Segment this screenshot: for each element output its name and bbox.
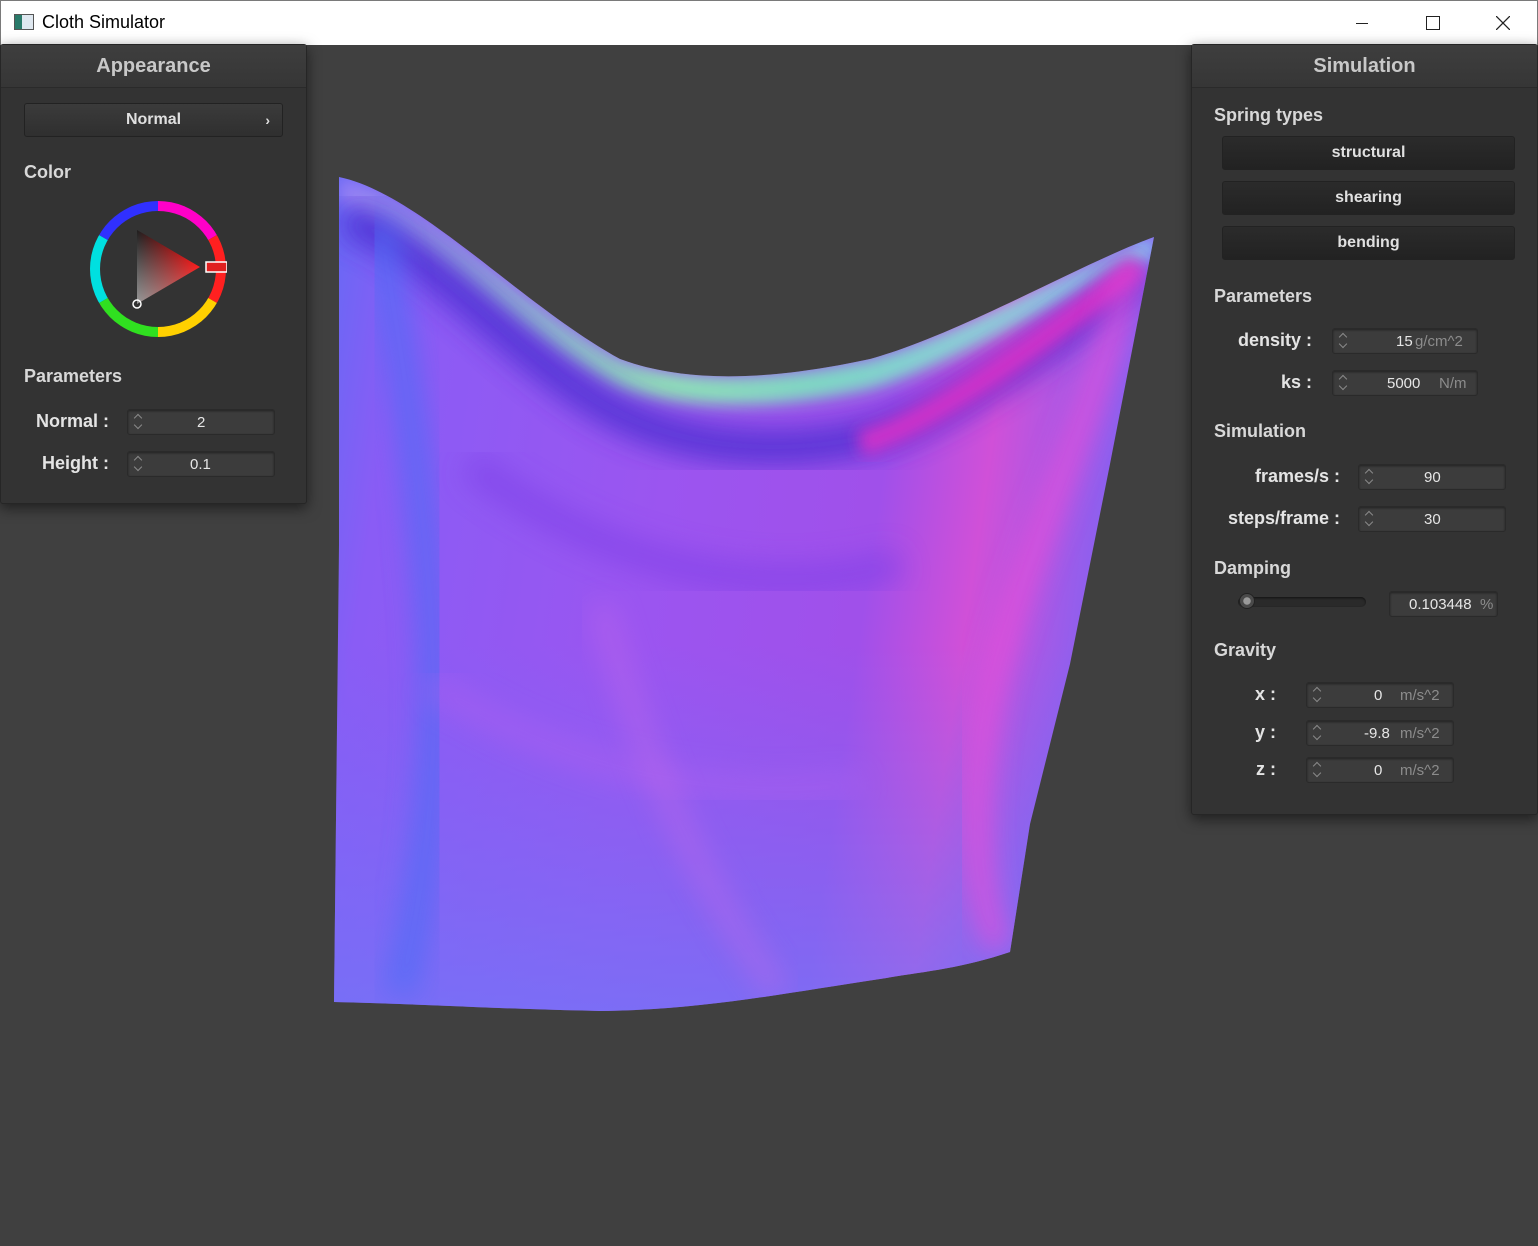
steps-input-value: 30: [1424, 511, 1441, 528]
bending-spring-label: bending: [1337, 234, 1400, 251]
window-title: Cloth Simulator: [42, 12, 166, 32]
damping-value-box[interactable]: 0.103448 %: [1389, 591, 1498, 617]
ks-input[interactable]: 5000 N/m: [1332, 370, 1478, 396]
sim-parameters-label: Parameters: [1214, 286, 1313, 306]
appearance-panel: Appearance Normal › Color Parameters Nor…: [0, 44, 307, 504]
shader-selector-button[interactable]: Normal ›: [24, 103, 283, 137]
spinner-icon[interactable]: [1338, 373, 1348, 393]
damping-unit: %: [1480, 596, 1494, 613]
normal-input-value: 2: [197, 414, 206, 431]
damping-value: 0.103448: [1409, 596, 1472, 613]
spinner-icon[interactable]: [133, 454, 143, 474]
appearance-parameters-label: Parameters: [24, 366, 123, 386]
fps-input-value: 90: [1424, 469, 1441, 486]
spinner-icon[interactable]: [1364, 509, 1374, 529]
steps-input[interactable]: 30: [1358, 506, 1506, 532]
damping-label: Damping: [1214, 558, 1292, 578]
fps-input[interactable]: 90: [1358, 464, 1506, 490]
close-icon: [1496, 16, 1510, 30]
gravity-z-value: 0: [1374, 762, 1383, 779]
gravity-y-label: y :: [1254, 722, 1276, 742]
fps-field-label: frames/s :: [1254, 466, 1340, 486]
spinner-icon[interactable]: [1312, 760, 1322, 780]
gravity-z-unit: m/s^2: [1400, 762, 1440, 779]
gravity-x-unit: m/s^2: [1400, 687, 1440, 704]
gravity-y-input[interactable]: -9.8 m/s^2: [1306, 720, 1454, 746]
spinner-icon[interactable]: [133, 412, 143, 432]
steps-field-label: steps/frame :: [1227, 508, 1340, 528]
spinner-icon[interactable]: [1364, 467, 1374, 487]
window-titlebar: Cloth Simulator: [0, 0, 1538, 45]
normal-field-label: Normal :: [35, 411, 109, 431]
height-input-value: 0.1: [190, 456, 211, 473]
height-input[interactable]: 0.1: [127, 451, 275, 477]
color-section-label: Color: [24, 162, 71, 182]
minimize-button[interactable]: [1326, 1, 1396, 45]
close-button[interactable]: [1468, 1, 1538, 45]
height-field-label: Height :: [42, 453, 109, 473]
gravity-x-label: x :: [1254, 684, 1276, 704]
spinner-icon[interactable]: [1312, 723, 1322, 743]
normal-input[interactable]: 2: [127, 409, 275, 435]
ks-input-value: 5000: [1387, 375, 1421, 392]
structural-spring-button[interactable]: structural: [1222, 136, 1515, 170]
gravity-x-input[interactable]: 0 m/s^2: [1306, 682, 1454, 708]
density-input[interactable]: 15 g/cm^2: [1332, 328, 1478, 354]
density-field-label: density :: [1237, 330, 1312, 350]
simulation-panel: Simulation Spring types structural shear…: [1191, 44, 1538, 815]
density-input-value: 15: [1396, 333, 1413, 350]
bending-spring-button[interactable]: bending: [1222, 226, 1515, 260]
damping-slider[interactable]: [1238, 593, 1366, 609]
app-icon: [14, 14, 34, 30]
structural-spring-label: structural: [1331, 144, 1406, 161]
spinner-icon[interactable]: [1338, 331, 1348, 351]
gravity-y-value: -9.8: [1364, 725, 1390, 742]
gravity-z-input[interactable]: 0 m/s^2: [1306, 757, 1454, 783]
ks-field-label: ks :: [1280, 372, 1312, 392]
maximize-button[interactable]: [1397, 1, 1467, 45]
spring-types-label: Spring types: [1214, 105, 1324, 125]
spinner-icon[interactable]: [1312, 685, 1322, 705]
shearing-spring-label: shearing: [1335, 189, 1402, 206]
gravity-label: Gravity: [1214, 640, 1277, 660]
gravity-x-value: 0: [1374, 687, 1383, 704]
shader-selector-label: Normal: [125, 111, 182, 128]
chevron-right-icon: ›: [265, 112, 270, 128]
damping-slider-handle[interactable]: [1239, 593, 1255, 609]
gravity-y-unit: m/s^2: [1400, 725, 1440, 742]
simulation-panel-title[interactable]: Simulation: [1192, 45, 1537, 88]
ks-unit: N/m: [1439, 375, 1467, 392]
color-wheel[interactable]: [89, 200, 228, 338]
density-unit: g/cm^2: [1415, 333, 1463, 350]
shearing-spring-button[interactable]: shearing: [1222, 181, 1515, 215]
color-wheel-icon: [90, 201, 228, 337]
simulation-section-label: Simulation: [1214, 421, 1307, 441]
gravity-z-label: z :: [1256, 759, 1276, 779]
appearance-panel-title[interactable]: Appearance: [1, 45, 306, 88]
